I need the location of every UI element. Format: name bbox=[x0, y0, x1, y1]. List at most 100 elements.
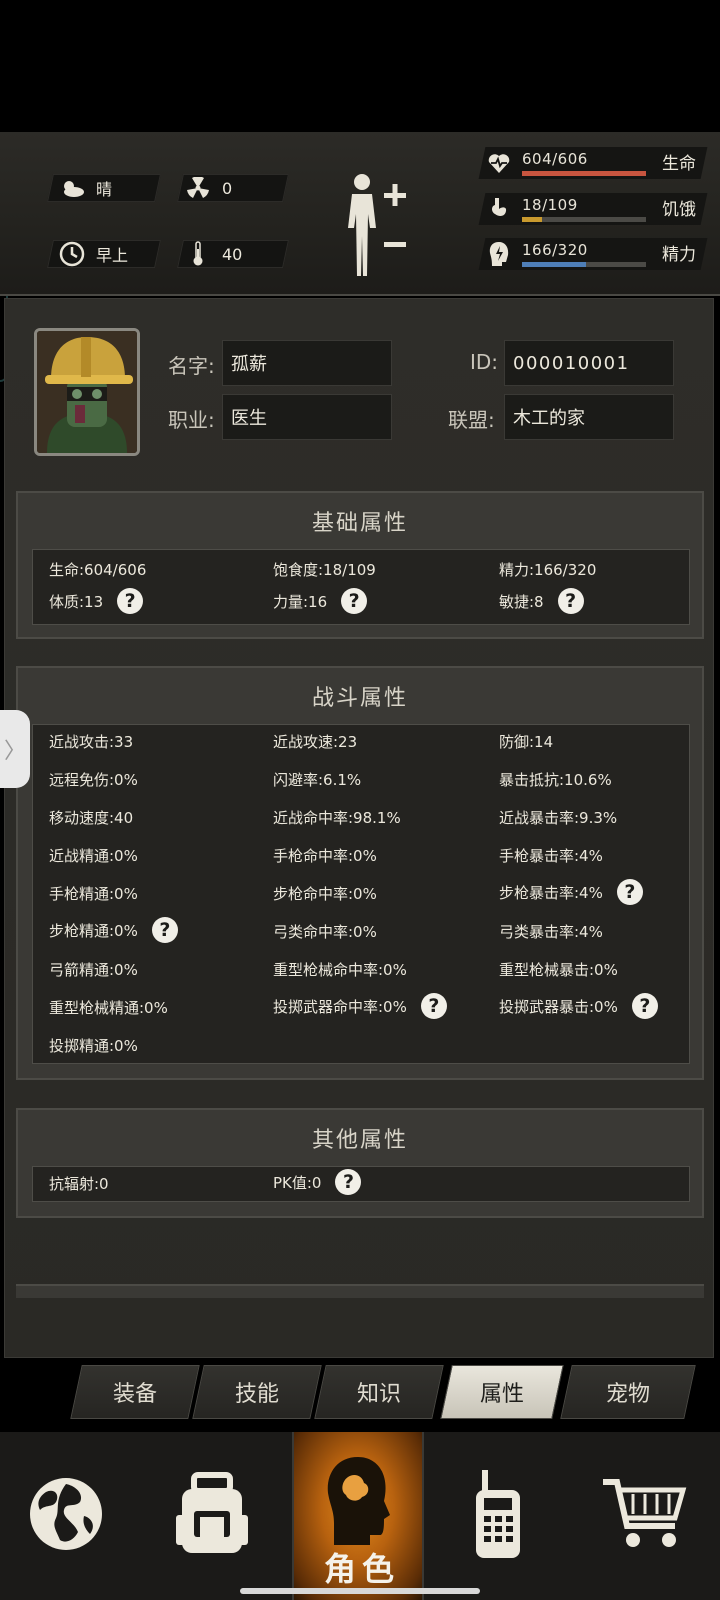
combat-stat-text: 投掷精通:0% bbox=[49, 1037, 138, 1055]
combat-stat-cell: 远程免伤:0% bbox=[49, 769, 138, 790]
combat-stat-cell: 投掷武器暴击:0%? bbox=[499, 993, 658, 1019]
combat-stat-text: 手枪命中率:0% bbox=[273, 847, 377, 865]
combat-stat-cell: 近战精通:0% bbox=[49, 845, 138, 866]
character-head-icon bbox=[318, 1453, 398, 1553]
combat-stat-cell: 重型枪械精通:0% bbox=[49, 997, 168, 1018]
combat-stat-cell: 近战攻速:23 bbox=[273, 731, 357, 752]
brain-bolt-icon bbox=[486, 241, 512, 267]
hunger-value: 18/109 bbox=[522, 196, 578, 214]
shopping-cart-icon bbox=[599, 1474, 689, 1558]
combat-stat-text: 步枪暴击率:4% bbox=[499, 883, 603, 902]
combat-stat-cell: 暴击抵抗:10.6% bbox=[499, 769, 612, 790]
combat-help-icon[interactable]: ? bbox=[420, 993, 447, 1019]
id-field: 000010001 bbox=[504, 340, 674, 386]
panel-bottom-strip bbox=[16, 1284, 704, 1298]
energy-value: 166/320 bbox=[522, 241, 588, 259]
combat-stat-text: 远程免伤:0% bbox=[49, 771, 138, 789]
combat-stat-cell: 近战暴击率:9.3% bbox=[499, 807, 617, 828]
combat-stat-text: 暴击抵抗:10.6% bbox=[499, 771, 612, 789]
combat-stat-cell: 弓箭精通:0% bbox=[49, 959, 138, 980]
strength-help-icon[interactable]: ? bbox=[341, 588, 368, 614]
combat-stat-text: 弓类暴击率:4% bbox=[499, 923, 603, 941]
constitution-stat: 体质:13 bbox=[49, 592, 104, 611]
character-avatar[interactable] bbox=[34, 328, 140, 456]
hunger-bar bbox=[522, 217, 646, 222]
combat-stat-text: 投掷武器命中率:0% bbox=[273, 997, 407, 1016]
nav-backpack-button[interactable] bbox=[146, 1432, 278, 1600]
strength-stat: 力量:16 bbox=[273, 592, 328, 611]
subtab-0[interactable]: 装备 bbox=[76, 1365, 194, 1419]
job-field: 医生 bbox=[222, 394, 392, 440]
other-attributes-body: 抗辐射:0 PK值:0 ? bbox=[32, 1166, 690, 1202]
subtab-2[interactable]: 知识 bbox=[320, 1365, 438, 1419]
nav-radio-button[interactable] bbox=[432, 1432, 564, 1600]
pk-help-icon[interactable]: ? bbox=[335, 1169, 362, 1195]
combat-stat-cell: 近战命中率:98.1% bbox=[273, 807, 401, 828]
hunger-label: 饥饿 bbox=[662, 200, 696, 220]
agility-row: 敏捷:8 ? bbox=[499, 588, 584, 614]
other-attributes-section: 其他属性 抗辐射:0 PK值:0 ? bbox=[16, 1108, 704, 1218]
health-value: 604/606 bbox=[522, 150, 588, 168]
nav-map-button[interactable] bbox=[0, 1432, 132, 1600]
subtab-3[interactable]: 属性 bbox=[446, 1365, 558, 1419]
combat-stat-text: 重型枪械精通:0% bbox=[49, 999, 168, 1017]
radiation-resist-stat: 抗辐射:0 bbox=[49, 1175, 109, 1193]
heart-pulse-icon bbox=[486, 150, 512, 176]
cloud-sun-icon bbox=[58, 174, 86, 202]
combat-stat-cell: 投掷武器命中率:0%? bbox=[273, 993, 447, 1019]
subtab-4[interactable]: 宠物 bbox=[566, 1365, 690, 1419]
combat-stat-text: 弓箭精通:0% bbox=[49, 961, 138, 979]
combat-stat-text: 近战精通:0% bbox=[49, 847, 138, 865]
side-drawer-handle[interactable]: 〉 bbox=[0, 710, 30, 788]
energy-stat: 166/320 精力 bbox=[478, 238, 708, 270]
weather-text: 晴 bbox=[96, 180, 113, 199]
job-label: 职业: bbox=[168, 408, 215, 432]
health-label: 生命 bbox=[662, 154, 696, 174]
combat-help-icon[interactable]: ? bbox=[616, 879, 643, 905]
clock-icon bbox=[58, 240, 86, 268]
combat-stat-text: 步枪命中率:0% bbox=[273, 885, 377, 903]
satiety-stat: 饱食度:18/109 bbox=[273, 561, 376, 579]
body-status-icon[interactable] bbox=[346, 172, 416, 278]
nav-shop-button[interactable] bbox=[578, 1432, 710, 1600]
constitution-row: 体质:13 ? bbox=[49, 588, 144, 614]
health-stat: 604/606 生命 bbox=[478, 147, 708, 179]
hunger-stat: 18/109 饥饿 bbox=[478, 193, 708, 225]
agility-help-icon[interactable]: ? bbox=[557, 588, 584, 614]
combat-help-icon[interactable]: ? bbox=[631, 993, 658, 1019]
pk-value-stat: PK值:0 bbox=[273, 1173, 322, 1192]
name-label: 名字: bbox=[168, 354, 215, 378]
thermometer-icon bbox=[184, 240, 212, 268]
other-attributes-title: 其他属性 bbox=[311, 1128, 408, 1153]
time-chip: 早上 bbox=[58, 240, 128, 268]
name-field: 孤薪 bbox=[222, 340, 392, 386]
strength-row: 力量:16 ? bbox=[273, 588, 368, 614]
combat-stat-cell: 步枪精通:0%? bbox=[49, 917, 178, 943]
combat-stat-text: 近战暴击率:9.3% bbox=[499, 809, 618, 827]
combat-stat-text: 近战攻击:33 bbox=[49, 733, 134, 751]
combat-attributes-body: 近战攻击:33 近战攻速:23 防御:14 远程免伤:0% 闪避率:6.1% 暴击抵抗:1… bbox=[32, 724, 690, 1064]
combat-help-icon[interactable]: ? bbox=[151, 917, 178, 943]
globe-icon bbox=[26, 1474, 106, 1558]
constitution-help-icon[interactable]: ? bbox=[117, 588, 144, 614]
home-indicator[interactable] bbox=[240, 1588, 480, 1594]
combat-stat-cell: 手枪暴击率:4% bbox=[499, 845, 603, 866]
subtab-1[interactable]: 技能 bbox=[198, 1365, 316, 1419]
combat-stat-cell: 近战攻击:33 bbox=[49, 731, 133, 752]
combat-stat-text: 移动速度:40 bbox=[49, 809, 134, 827]
time-text: 早上 bbox=[96, 246, 129, 265]
health-bar bbox=[522, 171, 646, 176]
combat-stat-cell: 步枪命中率:0% bbox=[273, 883, 377, 904]
combat-stat-text: 步枪精通:0% bbox=[49, 921, 138, 940]
combat-stat-cell: 重型枪械命中率:0% bbox=[273, 959, 407, 980]
energy-bar bbox=[522, 262, 646, 267]
combat-stat-cell: 防御:14 bbox=[499, 731, 553, 752]
combat-stat-text: 投掷武器暴击:0% bbox=[499, 997, 618, 1016]
id-label: ID: bbox=[470, 350, 499, 374]
nav-character-label: 角色 bbox=[323, 1550, 400, 1588]
combat-stat-cell: 手枪精通:0% bbox=[49, 883, 138, 904]
combat-stat-cell: 弓类命中率:0% bbox=[273, 921, 377, 942]
pk-row: PK值:0 ? bbox=[273, 1169, 362, 1195]
combat-stat-text: 手枪暴击率:4% bbox=[499, 847, 603, 865]
basic-attributes-body: 生命:604/606 饱食度:18/109 精力:166/320 体质:13 ?… bbox=[32, 549, 690, 625]
